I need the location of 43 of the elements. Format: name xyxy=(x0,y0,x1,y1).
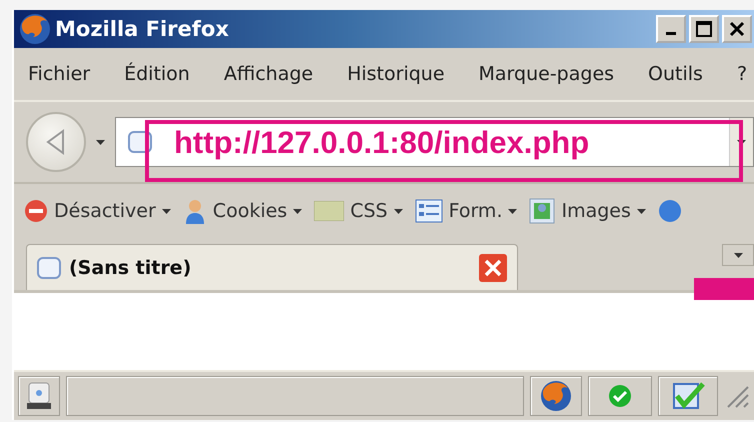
minimize-icon xyxy=(666,32,676,35)
toolbar-menu-button[interactable]: Désactiver xyxy=(24,199,171,223)
caret-icon xyxy=(96,140,105,144)
browser-tab[interactable]: (Sans titre) xyxy=(26,244,518,290)
maximize-icon xyxy=(696,21,712,37)
menu-item[interactable]: Fichier xyxy=(28,63,90,85)
caret-icon xyxy=(162,208,171,214)
menu-item[interactable]: Historique xyxy=(347,63,445,85)
check-icon xyxy=(608,384,632,408)
form-icon xyxy=(414,199,443,223)
toolbar-menu-button[interactable]: Images xyxy=(529,198,646,224)
toolbar-menu-button[interactable]: Cookies xyxy=(182,198,302,224)
stop-icon xyxy=(24,199,48,223)
url-text: http://127.0.0.1:80/index.php xyxy=(174,126,590,158)
page-icon xyxy=(37,256,61,278)
menu-item[interactable]: ? xyxy=(736,63,748,85)
highlight-marker xyxy=(694,278,754,300)
minimize-button[interactable] xyxy=(656,15,686,43)
caret-icon xyxy=(508,208,518,214)
close-button[interactable] xyxy=(722,15,752,43)
toolbar-menu-button[interactable]: Form. xyxy=(414,199,518,223)
caret-icon xyxy=(394,208,403,214)
image-icon xyxy=(529,198,556,224)
back-icon xyxy=(45,129,67,155)
menu-item[interactable]: Marque-pages xyxy=(478,63,614,85)
caret-icon xyxy=(293,208,302,214)
maximize-button[interactable] xyxy=(689,15,719,43)
tab-list-button[interactable] xyxy=(722,244,754,266)
menu-item[interactable]: Édition xyxy=(124,63,190,85)
checked-box-icon xyxy=(671,380,705,412)
close-tab-icon[interactable] xyxy=(479,254,507,282)
globe-icon xyxy=(539,379,573,413)
caret-icon xyxy=(636,208,646,214)
menu-item[interactable]: Affichage xyxy=(224,63,314,85)
close-icon xyxy=(729,21,745,37)
menu-item[interactable]: Outils xyxy=(648,63,703,85)
info-icon[interactable] xyxy=(658,199,682,223)
css-icon xyxy=(314,201,344,221)
globe-icon xyxy=(18,12,52,46)
toolbar-menu-button[interactable]: CSS xyxy=(314,200,403,222)
caret-icon xyxy=(734,252,742,258)
window-title: Mozilla Firefox xyxy=(55,17,230,41)
drive-icon xyxy=(26,381,52,411)
